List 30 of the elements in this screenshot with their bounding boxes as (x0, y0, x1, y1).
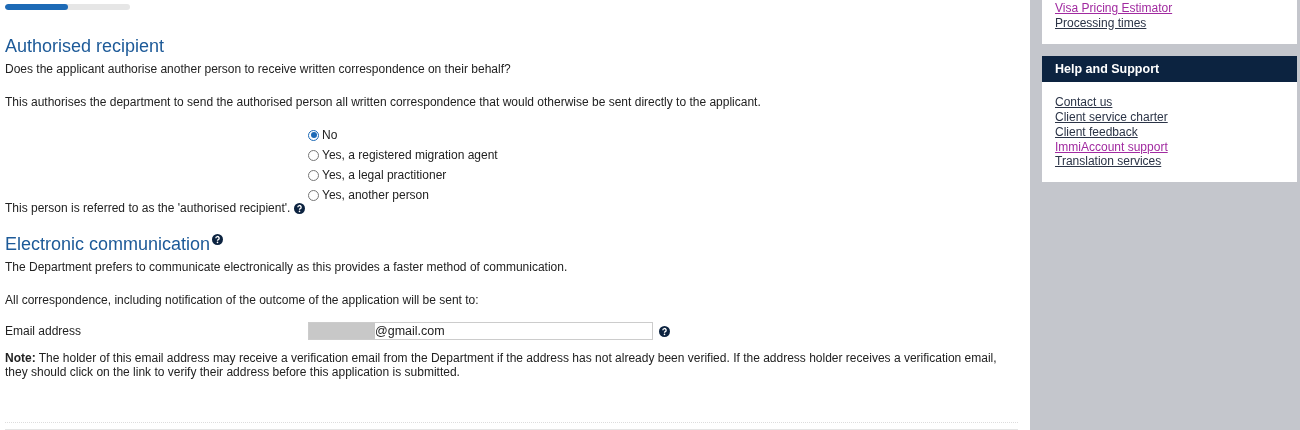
question-text: Does the applicant authorise another person to receive written correspondence on their behalf? (5, 62, 512, 76)
section-heading: Authorised recipient (5, 36, 165, 57)
footnote-text: This person is referred to as the 'authorised recipient'. (5, 201, 291, 215)
section-heading: Electronic communication (5, 234, 211, 255)
sidebar-link[interactable]: Processing times (1055, 15, 1147, 31)
explanation-text: This authorises the department to send the authorised person all written correspondence that would otherwise be sent directly to the applicant. (5, 95, 762, 109)
help-icon[interactable] (659, 325, 670, 337)
sidebar-link[interactable]: ImmiAccount support (1055, 139, 1168, 155)
help-icon[interactable] (212, 234, 224, 245)
card-header: Help and Support (1042, 56, 1297, 83)
sidebar-link[interactable]: Contact us (1055, 95, 1113, 111)
radio-label[interactable]: Yes, another person (322, 188, 429, 202)
sidebar-link[interactable]: Client service charter (1055, 110, 1168, 125)
correspondence-text: All correspondence, including notification of the outcome of the application will be sent to: (5, 293, 480, 307)
radio-button[interactable] (308, 129, 319, 141)
radio-button[interactable] (308, 189, 319, 201)
radio-label[interactable]: Yes, a registered migration agent (322, 148, 498, 162)
radio-button[interactable] (308, 149, 319, 161)
sidebar-link[interactable]: Translation services (1055, 154, 1162, 169)
note-text: Note: The holder of this email address may receive a verification email from the Department if the address has not already been verified. If the address holder receives a verification email, they should click on the link to verify their address before this application is submitted. (5, 351, 998, 379)
sidebar-link[interactable]: Client feedback (1055, 124, 1138, 140)
radio-label[interactable]: Yes, a legal practitioner (322, 168, 447, 182)
sidebar-link[interactable]: Visa Pricing Estimator (1055, 1, 1173, 16)
redaction-block (309, 323, 375, 339)
help-icon[interactable] (294, 202, 306, 214)
field-label: Email address (5, 324, 83, 338)
email-field[interactable]: @gmail.com (308, 322, 653, 340)
radio-button[interactable] (308, 169, 319, 181)
intro-text: The Department prefers to communicate electronically as this provides a faster method of communication. (5, 260, 569, 274)
radio-label[interactable]: No (322, 128, 338, 142)
